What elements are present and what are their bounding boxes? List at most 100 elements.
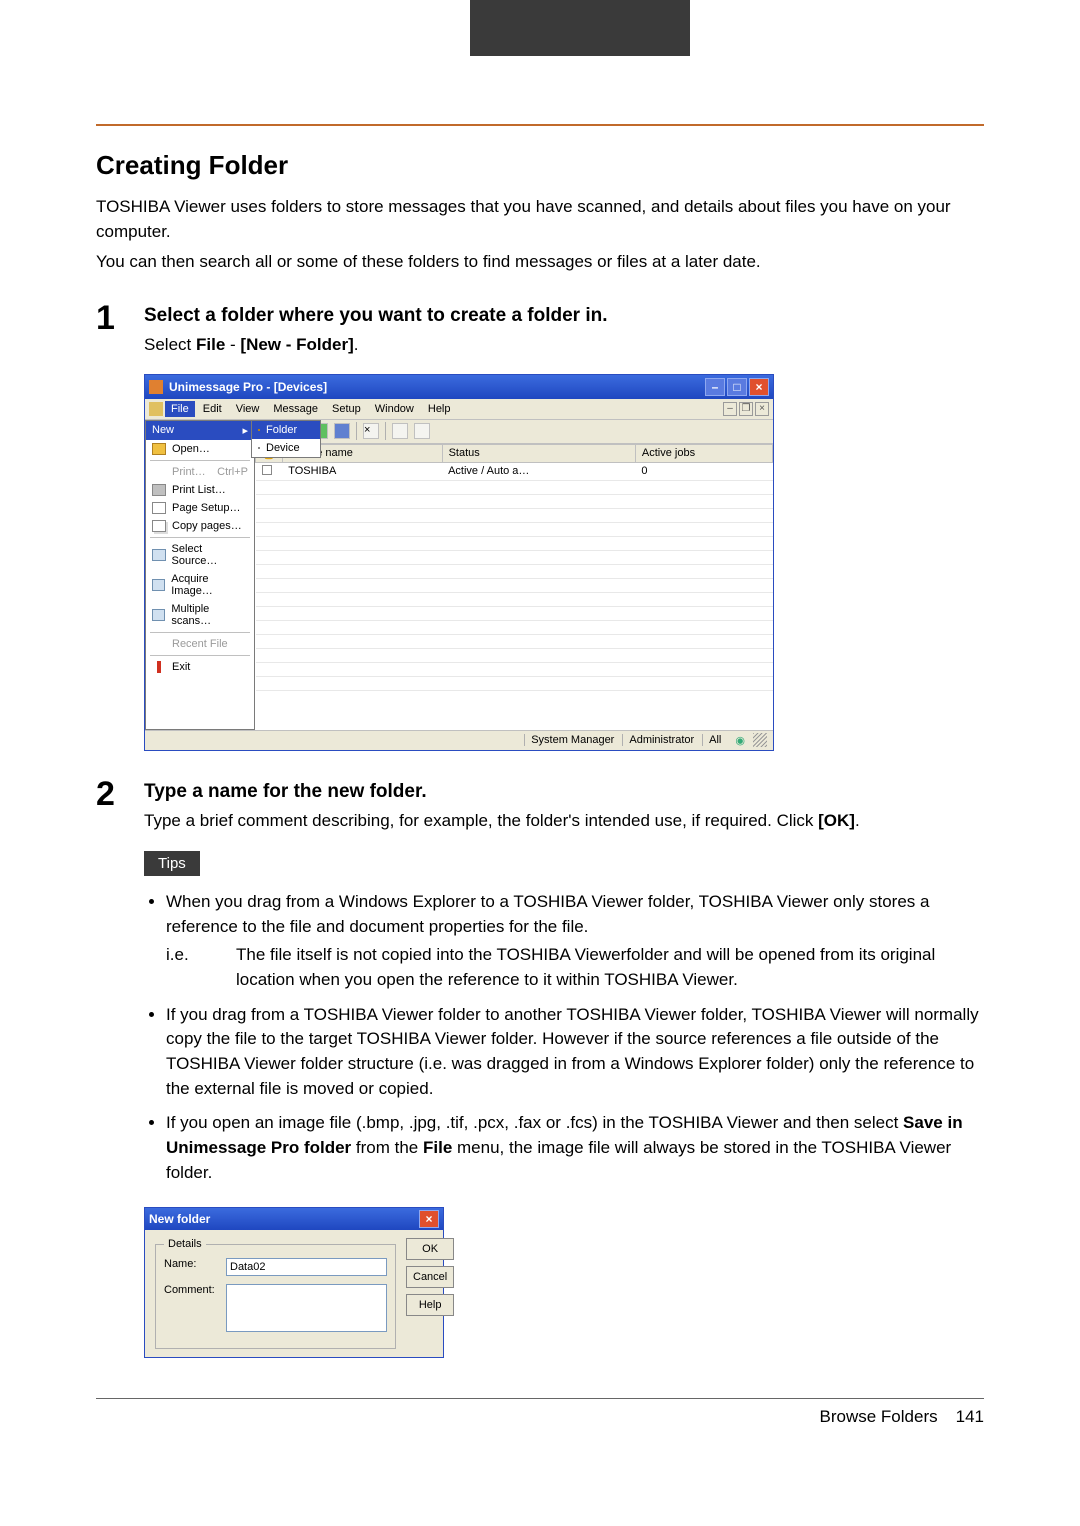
menu-view[interactable]: View: [230, 401, 266, 417]
comment-field[interactable]: [226, 1284, 387, 1332]
submenu-item-folder[interactable]: Folder: [252, 421, 320, 439]
new-submenu: Folder Device: [251, 420, 321, 458]
ok-button[interactable]: OK: [406, 1238, 454, 1260]
step1-dash: -: [225, 335, 240, 354]
titlebar: Unimessage Pro - [Devices] – □ ×: [145, 375, 773, 399]
step2-period: .: [855, 811, 860, 830]
menu-item-select-source[interactable]: Select Source…: [146, 540, 254, 570]
submenu-item-device[interactable]: Device: [252, 439, 320, 457]
toolbar-btn-list[interactable]: [414, 423, 430, 439]
maximize-button[interactable]: □: [727, 378, 747, 396]
step-1-text: Select File - [New - Folder].: [144, 333, 984, 358]
menu-item-recent-file: Recent File: [146, 635, 254, 653]
ie-label: i.e.: [166, 943, 236, 992]
name-field[interactable]: [226, 1258, 387, 1276]
menu-exit-label: Exit: [172, 661, 190, 673]
menu-copy-pages-label: Copy pages…: [172, 520, 242, 532]
tips-list: When you drag from a Windows Explorer to…: [144, 890, 984, 1185]
step1-file: File: [196, 335, 225, 354]
col-active-jobs[interactable]: Active jobs: [635, 444, 772, 462]
step-2-text: Type a brief comment describing, for exa…: [144, 809, 984, 834]
step1-prefix: Select: [144, 335, 196, 354]
status-all: All: [702, 734, 727, 746]
menu-window[interactable]: Window: [369, 401, 420, 417]
table-row[interactable]: TOSHIBA Active / Auto a… 0: [256, 462, 773, 480]
close-button[interactable]: ×: [749, 378, 769, 396]
col-status[interactable]: Status: [442, 444, 635, 462]
row-device-icon: [262, 465, 272, 475]
tip-2: If you drag from a TOSHIBA Viewer folder…: [166, 1003, 984, 1102]
printer-icon: [152, 484, 166, 496]
exit-icon: [157, 661, 161, 673]
fieldset-legend: Details: [164, 1238, 206, 1250]
menubar: File Edit View Message Setup Window Help…: [145, 399, 773, 420]
status-administrator: Administrator: [622, 734, 700, 746]
step-2-title: Type a name for the new folder.: [144, 781, 984, 803]
page-number: 141: [956, 1407, 984, 1427]
step1-new: New - Folder: [246, 335, 348, 354]
menu-item-print: Print… Ctrl+P: [146, 463, 254, 481]
toolbar-btn-text[interactable]: [392, 423, 408, 439]
tip-3c: from the: [351, 1138, 423, 1157]
multi-scan-icon: [152, 609, 165, 621]
menu-edit[interactable]: Edit: [197, 401, 228, 417]
file-dropdown-menu: New ▸ Open… Print… Ctrl+P: [145, 420, 255, 730]
doc-restore-button[interactable]: ❐: [739, 402, 753, 416]
menu-item-new[interactable]: New ▸: [146, 421, 254, 440]
cell-status: Active / Auto a…: [442, 462, 635, 480]
menu-page-setup-label: Page Setup…: [172, 502, 241, 514]
menu-item-exit[interactable]: Exit: [146, 658, 254, 676]
menu-setup[interactable]: Setup: [326, 401, 367, 417]
menu-item-print-list[interactable]: Print List…: [146, 481, 254, 499]
resize-grip[interactable]: [753, 733, 767, 747]
app-icon: [149, 380, 163, 394]
details-fieldset: Details Name: Comment:: [155, 1238, 396, 1349]
menu-new-label: New: [152, 424, 174, 436]
step2-line1: Type a brief comment describing, for exa…: [144, 811, 818, 830]
cancel-button[interactable]: Cancel: [406, 1266, 454, 1288]
unimessage-window: Unimessage Pro - [Devices] – □ × File Ed…: [144, 374, 774, 751]
step2-ok: [OK]: [818, 811, 855, 830]
top-rule: [96, 124, 984, 126]
step-1-title: Select a folder where you want to create…: [144, 305, 984, 327]
dialog-titlebar: New folder ×: [145, 1208, 443, 1230]
menu-help[interactable]: Help: [422, 401, 457, 417]
submenu-arrow-icon: ▸: [242, 424, 248, 437]
step-1: 1 Select a folder where you want to crea…: [96, 301, 984, 751]
header-tab-bar: [0, 0, 1080, 56]
cell-name: TOSHIBA: [282, 462, 442, 480]
menu-message[interactable]: Message: [267, 401, 324, 417]
menu-print-list-label: Print List…: [172, 484, 226, 496]
window-title: Unimessage Pro - [Devices]: [169, 380, 327, 394]
tip-1: When you drag from a Windows Explorer to…: [166, 890, 984, 993]
step-1-number: 1: [96, 301, 126, 751]
tip-3a: If you open an image file (.bmp, .jpg, .…: [166, 1113, 903, 1132]
statusbar: System Manager Administrator All ◉: [145, 730, 773, 750]
menu-item-open[interactable]: Open…: [146, 440, 254, 458]
header-tab: [470, 0, 690, 56]
help-button[interactable]: Help: [406, 1294, 454, 1316]
menu-item-page-setup[interactable]: Page Setup…: [146, 499, 254, 517]
submenu-device-label: Device: [266, 442, 300, 454]
minimize-button[interactable]: –: [705, 378, 725, 396]
menu-item-acquire-image[interactable]: Acquire Image…: [146, 570, 254, 600]
scanner-icon: [152, 549, 166, 561]
menu-multi-scan-label: Multiple scans…: [171, 603, 248, 627]
toolbar-btn-delete[interactable]: ×: [363, 423, 379, 439]
step-2-number: 2: [96, 777, 126, 1359]
doc-close-button[interactable]: ×: [755, 402, 769, 416]
doc-minimize-button[interactable]: –: [723, 402, 737, 416]
toolbar-btn-stop[interactable]: [334, 423, 350, 439]
dialog-close-button[interactable]: ×: [419, 1210, 439, 1228]
menu-item-multiple-scans[interactable]: Multiple scans…: [146, 600, 254, 630]
tips-badge: Tips: [144, 851, 200, 876]
dialog-title: New folder: [149, 1212, 210, 1226]
status-icon: ◉: [729, 734, 751, 747]
name-label: Name:: [164, 1258, 220, 1270]
menu-file[interactable]: File: [165, 401, 195, 417]
menu-recent-label: Recent File: [172, 638, 228, 650]
acquire-icon: [152, 579, 165, 591]
menu-item-copy-pages[interactable]: Copy pages…: [146, 517, 254, 535]
tip-1a: When you drag from a Windows Explorer to…: [166, 892, 929, 936]
cell-jobs: 0: [635, 462, 772, 480]
